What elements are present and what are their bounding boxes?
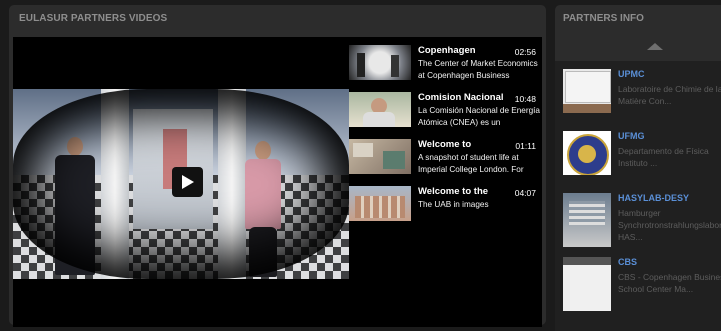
video-player: Copenhagen 02:56 The Center of Market Ec… xyxy=(13,37,542,327)
partners-panel-title: PARTNERS INFO xyxy=(563,13,644,24)
scroll-up-arrow-icon[interactable] xyxy=(647,43,663,50)
partner-description: Laboratoire de Chimie de la Matière Con.… xyxy=(618,84,721,106)
partner-name[interactable]: UFMG xyxy=(618,131,645,141)
videos-panel-title: EULASUR PARTNERS VIDEOS xyxy=(19,13,168,24)
playlist-item[interactable]: Copenhagen 02:56 The Center of Market Ec… xyxy=(349,45,542,87)
playlist-item[interactable]: Welcome to 01:11 A snapshot of student l… xyxy=(349,139,542,181)
partner-description: Departamento de Física Instituto ... xyxy=(618,146,709,168)
playlist-item[interactable]: Welcome to the 04:07 The UAB in images xyxy=(349,186,542,228)
video-thumbnail xyxy=(349,92,411,127)
play-button[interactable] xyxy=(172,167,203,197)
playlist-item-title: Comision Nacional xyxy=(418,92,504,103)
partner-name[interactable]: CBS xyxy=(618,257,637,267)
partner-item[interactable]: HASYLAB-DESY Hamburger Synchrotronstrahl… xyxy=(563,193,721,253)
playlist-item-description: The Center of Market Economics at Copenh… xyxy=(418,59,538,80)
videos-panel: EULASUR PARTNERS VIDEOS Copenhagen 02:56… xyxy=(9,5,546,327)
playlist-item-title: Welcome to the xyxy=(418,186,489,197)
playlist-item-title: Copenhagen xyxy=(418,45,476,56)
play-icon xyxy=(182,175,194,189)
playlist-item-description: A snapshot of student life at Imperial C… xyxy=(418,153,524,174)
partner-logo xyxy=(563,257,611,311)
partner-description: CBS - Copenhagen Business School Center … xyxy=(618,272,721,294)
video-thumbnail xyxy=(349,186,411,221)
partner-name[interactable]: HASYLAB-DESY xyxy=(618,193,689,203)
video-thumbnail xyxy=(349,45,411,80)
playlist-item-description: La Comisión Nacional de Energía Atómica … xyxy=(418,106,540,127)
playlist-item-duration: 01:11 xyxy=(515,141,536,151)
playlist-item-duration: 02:56 xyxy=(514,47,536,57)
partner-logo xyxy=(563,69,611,113)
partner-name[interactable]: UPMC xyxy=(618,69,645,79)
partner-description: Hamburger Synchrotronstrahlungslabor HAS… xyxy=(618,208,721,242)
partner-item[interactable]: CBS CBS - Copenhagen Business School Cen… xyxy=(563,257,721,317)
partner-item[interactable]: UFMG Departamento de Física Instituto ..… xyxy=(563,131,721,191)
playlist-item-duration: 04:07 xyxy=(514,188,536,198)
partner-logo xyxy=(563,193,611,247)
playlist-item-duration: 10:48 xyxy=(514,94,536,104)
playlist-item[interactable]: Comision Nacional 10:48 La Comisión Naci… xyxy=(349,92,542,134)
partner-item[interactable]: UPMC Laboratoire de Chimie de la Matière… xyxy=(563,69,721,129)
partner-logo xyxy=(563,131,611,175)
playlist-item-title: Welcome to xyxy=(418,139,472,150)
partners-panel: PARTNERS INFO UPMC Laboratoire de Chimie… xyxy=(555,5,721,331)
partners-list: UPMC Laboratoire de Chimie de la Matière… xyxy=(555,61,721,331)
playlist-item-description: The UAB in images xyxy=(418,200,489,209)
video-thumbnail xyxy=(349,139,411,174)
